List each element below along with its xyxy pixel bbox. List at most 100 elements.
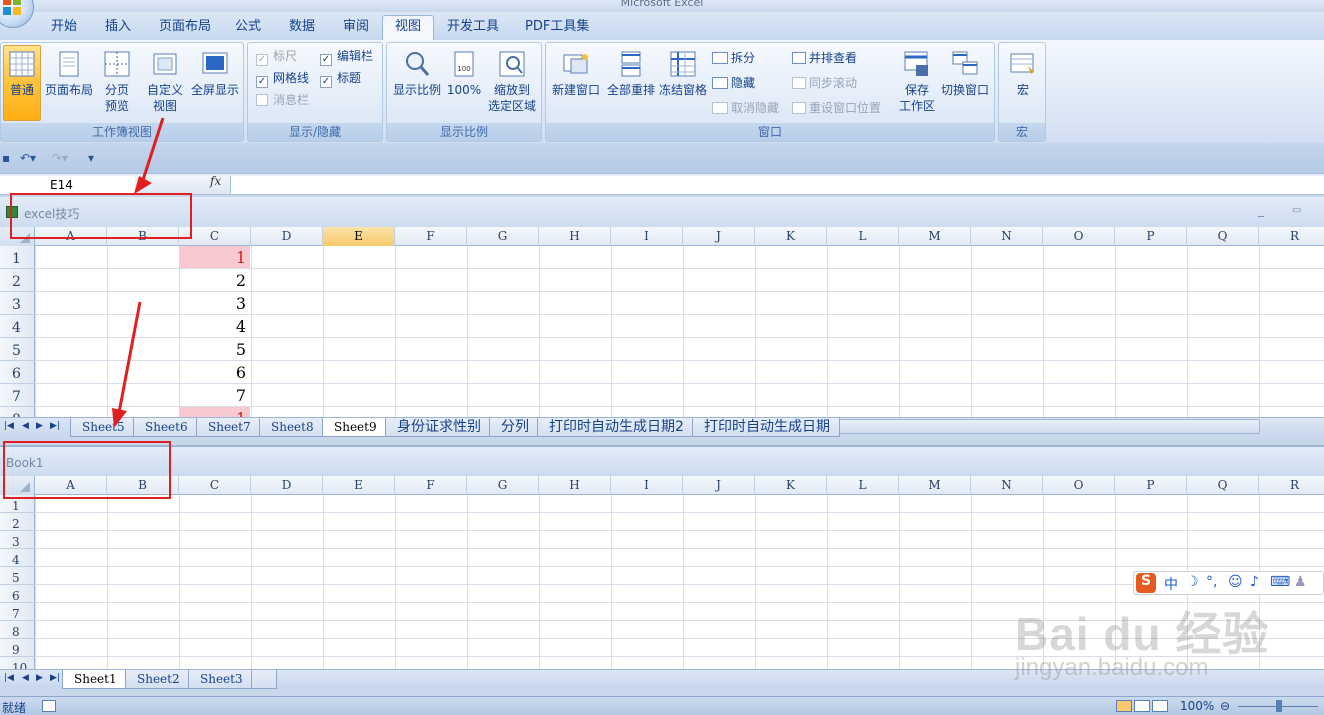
column-header-q[interactable]: Q xyxy=(1187,227,1259,246)
name-box[interactable]: E14 xyxy=(0,176,135,194)
tab-formulas[interactable]: 公式 xyxy=(222,15,274,40)
row-header-4[interactable]: 4 xyxy=(0,315,35,338)
window1-hscroll[interactable] xyxy=(820,419,1260,434)
sogou-logo-icon[interactable]: S xyxy=(1136,573,1156,593)
column-header-h[interactable]: H xyxy=(539,227,611,246)
normal-view-status-icon[interactable] xyxy=(1116,700,1132,712)
prev-sheet-icon[interactable]: ◀ xyxy=(22,421,29,431)
column-header-l[interactable]: L xyxy=(827,227,899,246)
column-header-j[interactable]: J xyxy=(683,476,755,495)
sheet-tab-1[interactable]: Sheet6 xyxy=(133,418,198,437)
column-header-i[interactable]: I xyxy=(611,227,683,246)
column-header-h[interactable]: H xyxy=(539,476,611,495)
column-header-d[interactable]: D xyxy=(251,227,323,246)
tab-pdf-tools[interactable]: PDF工具集 xyxy=(512,15,602,40)
ruler-checkbox[interactable]: ✓ 标尺 xyxy=(256,47,297,66)
column-header-e[interactable]: E xyxy=(323,227,395,246)
column-header-c[interactable]: C xyxy=(179,476,251,495)
column-header-e[interactable]: E xyxy=(323,476,395,495)
row-header-5[interactable]: 5 xyxy=(0,338,35,361)
normal-view-button[interactable]: 普通 xyxy=(3,45,41,121)
tab-page-layout[interactable]: 页面布局 xyxy=(146,15,224,40)
punctuation-icon[interactable]: °, xyxy=(1206,574,1217,590)
sheet-tab-3[interactable]: Sheet8 xyxy=(259,418,324,437)
new-window-button[interactable]: 新建窗口 xyxy=(548,45,604,121)
zoom-to-selection-button[interactable]: 缩放到 选定区域 xyxy=(485,45,539,121)
emoji-icon[interactable]: ☺ xyxy=(1228,574,1243,590)
row-header-5[interactable]: 5 xyxy=(0,567,35,585)
full-screen-button[interactable]: 全屏显示 xyxy=(189,45,241,121)
next-sheet-icon[interactable]: ▶ xyxy=(36,421,43,431)
split-button[interactable]: 拆分 xyxy=(712,49,755,68)
user-icon[interactable]: ♟ xyxy=(1294,574,1307,590)
row-header-1[interactable]: 1 xyxy=(0,246,35,269)
redo-icon[interactable]: ↷▾ xyxy=(52,151,68,165)
unhide-button[interactable]: 取消隐藏 xyxy=(712,99,779,118)
column-header-q[interactable]: Q xyxy=(1187,476,1259,495)
last-sheet-icon[interactable]: ▶| xyxy=(50,421,60,431)
row-header-6[interactable]: 6 xyxy=(0,361,35,384)
column-header-r[interactable]: R xyxy=(1259,476,1324,495)
column-header-f[interactable]: F xyxy=(395,476,467,495)
row-header-6[interactable]: 6 xyxy=(0,585,35,603)
sheet-tab-2[interactable]: Sheet3 xyxy=(188,670,253,689)
cell-c4[interactable]: 4 xyxy=(179,315,250,338)
insert-function-icon[interactable]: fx xyxy=(210,174,221,188)
headings-checkbox[interactable]: ✓ 标题 xyxy=(320,69,361,88)
column-header-d[interactable]: D xyxy=(251,476,323,495)
cell-c7[interactable]: 7 xyxy=(179,384,250,407)
formula-input[interactable] xyxy=(230,176,1324,194)
restore-icon[interactable]: ▭ xyxy=(1292,205,1301,216)
sheet-tab-4[interactable]: Sheet9 xyxy=(322,418,387,437)
column-header-m[interactable]: M xyxy=(899,476,971,495)
arrange-all-button[interactable]: 全部重排 xyxy=(604,45,658,121)
column-header-o[interactable]: O xyxy=(1043,476,1115,495)
sheet-tab-0[interactable]: Sheet1 xyxy=(62,670,127,689)
view-side-by-side-button[interactable]: 并排查看 xyxy=(792,49,857,68)
moon-icon[interactable]: ☽ xyxy=(1186,574,1199,590)
window1-grid[interactable]: 1234567812345671 xyxy=(0,246,1324,418)
row-header-10[interactable]: 10 xyxy=(0,657,35,669)
row-header-7[interactable]: 7 xyxy=(0,384,35,407)
column-header-g[interactable]: G xyxy=(467,476,539,495)
cell-c6[interactable]: 6 xyxy=(179,361,250,384)
next-sheet-icon-2[interactable]: ▶ xyxy=(36,673,43,683)
freeze-panes-button[interactable]: 冻结窗格 xyxy=(658,45,708,121)
column-header-m[interactable]: M xyxy=(899,227,971,246)
column-header-k[interactable]: K xyxy=(755,227,827,246)
column-header-p[interactable]: P xyxy=(1115,227,1187,246)
column-header-g[interactable]: G xyxy=(467,227,539,246)
sheet-tab-0[interactable]: Sheet5 xyxy=(70,418,135,437)
first-sheet-icon[interactable]: |◀ xyxy=(4,421,14,431)
macros-button[interactable]: 宏 xyxy=(1003,45,1043,121)
switch-windows-button[interactable]: 切换窗口 xyxy=(938,45,992,121)
column-header-r[interactable]: R xyxy=(1259,227,1324,246)
macro-record-icon[interactable] xyxy=(42,700,56,712)
ime-lang[interactable]: 中 xyxy=(1164,574,1178,594)
row-header-2[interactable]: 2 xyxy=(0,513,35,531)
message-bar-checkbox[interactable]: 消息栏 xyxy=(256,91,309,110)
tab-insert[interactable]: 插入 xyxy=(92,15,144,40)
cell-c3[interactable]: 3 xyxy=(179,292,250,315)
sheet-tab-2[interactable]: Sheet7 xyxy=(196,418,261,437)
zoom-button[interactable]: 显示比例 xyxy=(391,45,443,121)
sheet-tab-1[interactable]: Sheet2 xyxy=(125,670,190,689)
row-header-7[interactable]: 7 xyxy=(0,603,35,621)
cell-c2[interactable]: 2 xyxy=(179,269,250,292)
sheet-tab-8[interactable]: 打印时自动生成日期 xyxy=(692,418,840,437)
undo-icon[interactable]: ↶▾ xyxy=(20,151,36,165)
minimize-icon[interactable]: _ xyxy=(1258,203,1264,217)
page-layout-view-button[interactable]: 页面布局 xyxy=(43,45,95,121)
first-sheet-icon-2[interactable]: |◀ xyxy=(4,673,14,683)
row-header-9[interactable]: 9 xyxy=(0,639,35,657)
column-header-j[interactable]: J xyxy=(683,227,755,246)
column-header-l[interactable]: L xyxy=(827,476,899,495)
row-header-8[interactable]: 8 xyxy=(0,621,35,639)
row-header-2[interactable]: 2 xyxy=(0,269,35,292)
column-header-n[interactable]: N xyxy=(971,227,1043,246)
column-header-n[interactable]: N xyxy=(971,476,1043,495)
page-break-preview-button[interactable]: 分页 预览 xyxy=(97,45,137,121)
sheet-tab-5[interactable]: 身份证求性别 xyxy=(385,418,491,437)
row-header-3[interactable]: 3 xyxy=(0,292,35,315)
prev-sheet-icon-2[interactable]: ◀ xyxy=(22,673,29,683)
